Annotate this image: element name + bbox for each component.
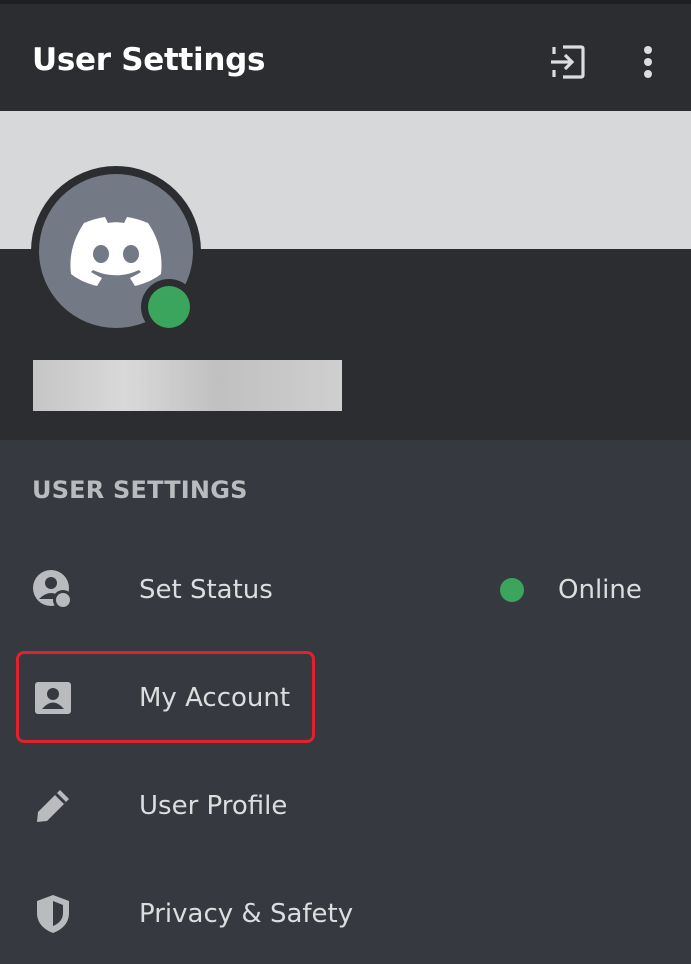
shield-icon [31, 892, 75, 936]
top-bar: User Settings [0, 0, 691, 111]
discord-logo-icon [70, 217, 162, 286]
more-vertical-icon [644, 46, 652, 78]
privacy-safety-label: Privacy & Safety [139, 899, 354, 929]
privacy-safety-row[interactable]: Privacy & Safety [0, 864, 691, 964]
status-icon [31, 568, 75, 612]
set-status-row[interactable]: Set Status Online [0, 540, 691, 640]
account-card-icon [31, 676, 75, 720]
user-profile-label: User Profile [139, 791, 288, 821]
status-value: Online [558, 575, 642, 605]
my-account-row[interactable]: My Account [0, 648, 691, 748]
logout-icon [551, 45, 585, 79]
online-dot [500, 578, 524, 602]
user-profile-row[interactable]: User Profile [0, 756, 691, 856]
pencil-icon [31, 784, 75, 828]
my-account-label: My Account [139, 683, 291, 713]
online-status-dot [148, 286, 190, 328]
more-options-button[interactable] [626, 40, 670, 84]
set-status-label: Set Status [139, 575, 273, 605]
logout-button[interactable] [545, 40, 589, 84]
online-status-indicator [141, 279, 197, 335]
section-header-user-settings: USER SETTINGS [32, 476, 248, 504]
username-redacted [33, 360, 342, 411]
page-title: User Settings [32, 42, 266, 78]
